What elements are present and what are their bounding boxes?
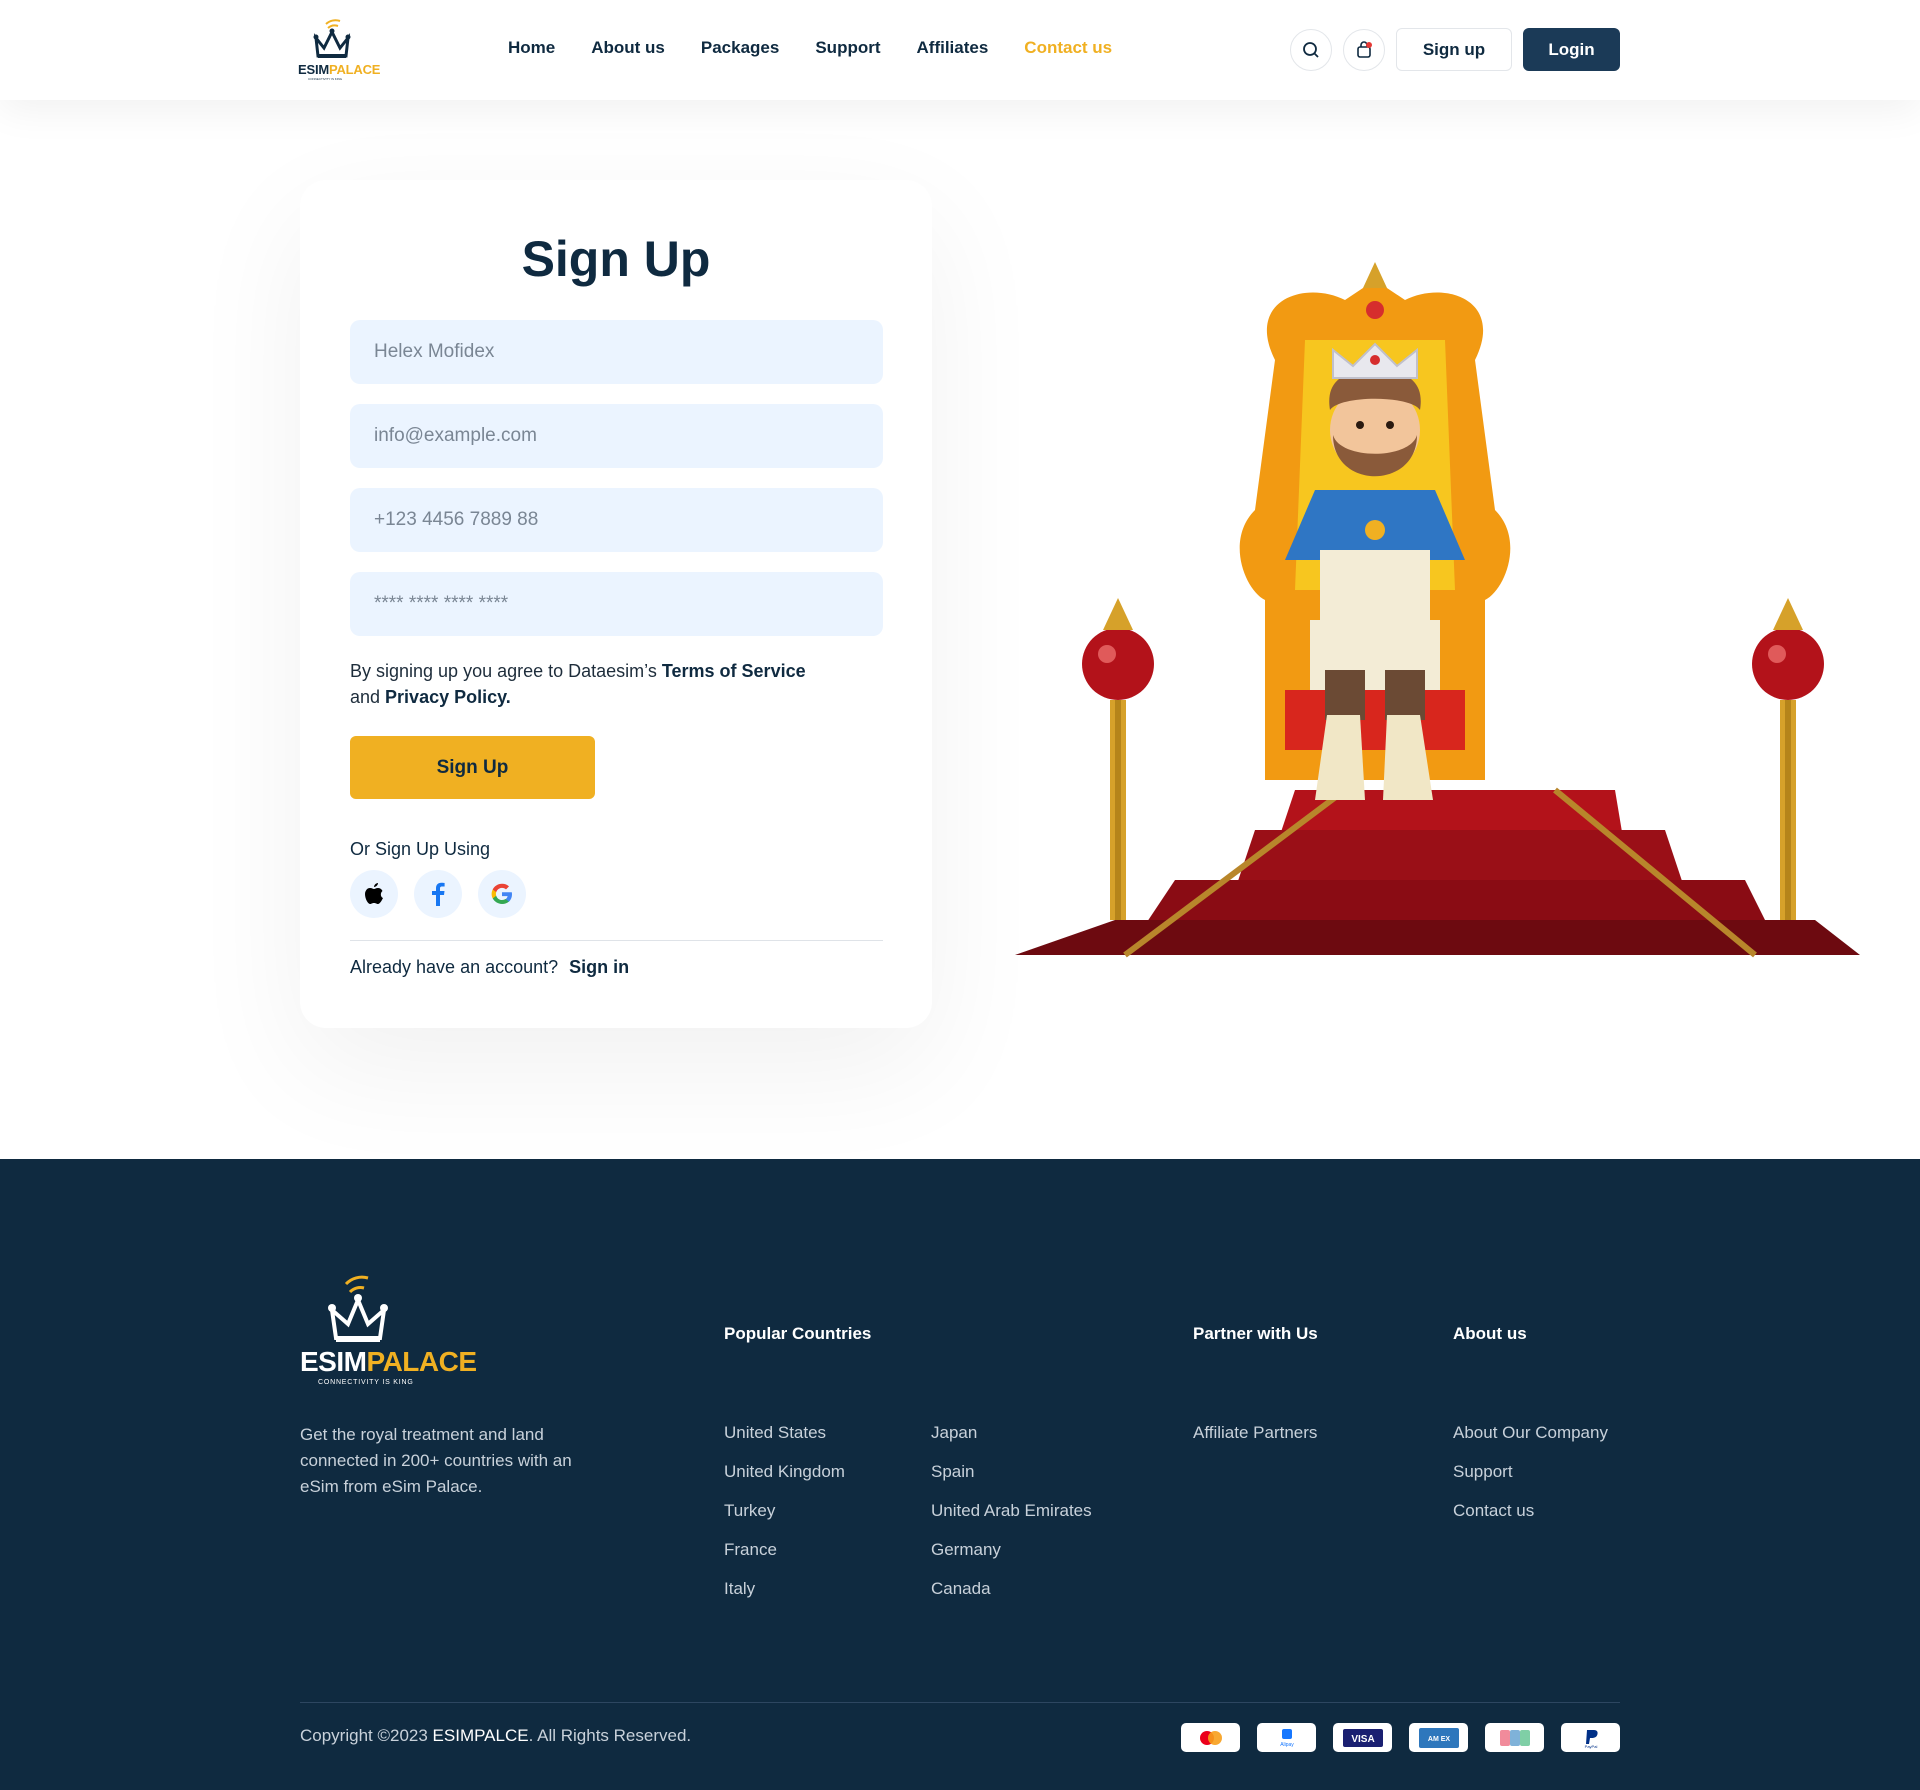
signin-prompt: Already have an account? Sign in xyxy=(350,957,630,977)
svg-text:AM EX: AM EX xyxy=(1427,1736,1450,1743)
cart-button[interactable] xyxy=(1343,29,1385,71)
nav-about-us[interactable]: About us xyxy=(591,38,665,58)
nav-support[interactable]: Support xyxy=(815,38,880,58)
country-link[interactable]: France xyxy=(724,1540,845,1579)
country-link[interactable]: United Kingdom xyxy=(724,1462,845,1501)
apple-icon xyxy=(365,883,383,904)
affiliate-partners-link[interactable]: Affiliate Partners xyxy=(1193,1423,1317,1462)
phone-field[interactable] xyxy=(350,488,883,552)
support-link[interactable]: Support xyxy=(1453,1462,1608,1501)
signup-card: Sign Up By signing up you agree to Datae… xyxy=(300,180,932,1028)
card-divider xyxy=(350,940,883,941)
header-signup-button[interactable]: Sign up xyxy=(1396,28,1512,71)
nav-home[interactable]: Home xyxy=(508,38,555,58)
footer-logo-wordmark: ESIMPALACE xyxy=(300,1346,477,1377)
country-link[interactable]: United Arab Emirates xyxy=(931,1501,1092,1540)
password-field[interactable] xyxy=(350,572,883,636)
logo-tagline: CONNECTIVITY IS KING xyxy=(308,77,343,81)
signin-link[interactable]: Sign in xyxy=(569,957,629,977)
about-heading: About us xyxy=(1453,1324,1527,1343)
svg-text:VISA: VISA xyxy=(1351,1734,1374,1745)
amex-icon: AM EX xyxy=(1409,1723,1468,1752)
facebook-signup-button[interactable] xyxy=(414,870,462,918)
signup-submit-button[interactable]: Sign Up xyxy=(350,736,595,799)
main-nav: Home About us Packages Support Affiliate… xyxy=(508,38,1148,58)
site-footer: ESIMPALACE CONNECTIVITY IS KING Get the … xyxy=(0,1159,1920,1790)
countries-list-1: United States United Kingdom Turkey Fran… xyxy=(724,1423,845,1618)
country-link[interactable]: Germany xyxy=(931,1540,1092,1579)
footer-divider xyxy=(300,1702,1620,1703)
page-title: Sign Up xyxy=(521,231,711,287)
search-icon xyxy=(1303,42,1319,58)
header-login-button[interactable]: Login xyxy=(1523,28,1620,71)
country-link[interactable]: Italy xyxy=(724,1579,845,1618)
google-signup-button[interactable] xyxy=(478,870,526,918)
crown-logo-icon xyxy=(313,19,351,58)
country-link[interactable]: Japan xyxy=(931,1423,1092,1462)
crown-logo-icon xyxy=(328,1275,388,1342)
social-signup-label: Or Sign Up Using xyxy=(350,839,491,859)
country-link[interactable]: Turkey xyxy=(724,1501,845,1540)
copyright: Copyright ©2023 ESIMPALCE. All Rights Re… xyxy=(300,1726,692,1745)
popular-countries-heading: Popular Countries xyxy=(724,1324,872,1343)
search-button[interactable] xyxy=(1290,29,1332,71)
about-company-link[interactable]: About Our Company xyxy=(1453,1423,1608,1462)
terms-notice: By signing up you agree to Dataesim’s Te… xyxy=(350,661,806,707)
privacy-link[interactable]: Privacy Policy. xyxy=(385,687,511,707)
partner-heading: Partner with Us xyxy=(1193,1324,1318,1343)
site-header: ESIMPALACE CONNECTIVITY IS KING Home Abo… xyxy=(0,0,1920,100)
king-throne-illustration xyxy=(1015,262,1860,958)
alipay-icon: Alipay xyxy=(1257,1723,1316,1752)
facebook-icon xyxy=(432,882,445,906)
email-field[interactable] xyxy=(350,404,883,468)
country-link[interactable]: United States xyxy=(724,1423,845,1462)
footer-logo-tagline: CONNECTIVITY IS KING xyxy=(318,1379,414,1386)
footer-logo[interactable]: ESIMPALACE CONNECTIVITY IS KING xyxy=(300,1274,477,1394)
logo-wordmark: ESIMPALACE xyxy=(298,62,381,77)
paypal-icon: PayPal xyxy=(1561,1723,1620,1752)
country-link[interactable]: Spain xyxy=(931,1462,1092,1501)
shopping-bag-icon xyxy=(1357,41,1372,58)
nav-contact-us[interactable]: Contact us xyxy=(1024,38,1112,58)
nav-affiliates[interactable]: Affiliates xyxy=(917,38,989,58)
svg-text:PayPal: PayPal xyxy=(1584,1744,1597,1749)
apple-signup-button[interactable] xyxy=(350,870,398,918)
mastercard-icon xyxy=(1181,1723,1240,1752)
country-link[interactable]: Canada xyxy=(931,1579,1092,1618)
nav-packages[interactable]: Packages xyxy=(701,38,779,58)
visa-icon: VISA xyxy=(1333,1723,1392,1752)
contact-link[interactable]: Contact us xyxy=(1453,1501,1608,1540)
jcb-icon xyxy=(1485,1723,1544,1752)
partner-list: Affiliate Partners xyxy=(1193,1423,1317,1462)
svg-text:Alipay: Alipay xyxy=(1280,1742,1294,1748)
terms-link[interactable]: Terms of Service xyxy=(662,661,806,681)
google-icon xyxy=(491,883,512,904)
countries-list-2: Japan Spain United Arab Emirates Germany… xyxy=(931,1423,1092,1618)
name-field[interactable] xyxy=(350,320,883,384)
site-logo[interactable]: ESIMPALACE CONNECTIVITY IS KING xyxy=(298,18,382,82)
footer-description: Get the royal treatment and land connect… xyxy=(300,1425,572,1496)
about-list: About Our Company Support Contact us xyxy=(1453,1423,1608,1540)
